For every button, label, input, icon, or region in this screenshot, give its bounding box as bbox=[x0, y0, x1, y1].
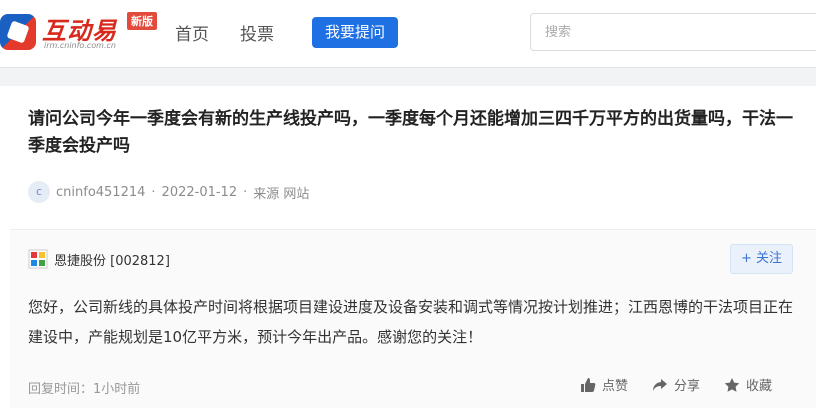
share-icon bbox=[653, 378, 668, 391]
meta-separator: · bbox=[151, 184, 156, 200]
author-name[interactable]: cninfo451214 bbox=[56, 185, 145, 200]
question-date: 2022-01-12 bbox=[161, 184, 238, 200]
company-info[interactable]: 恩捷股份 [002812] bbox=[28, 249, 170, 269]
nav-home[interactable]: 首页 bbox=[175, 20, 209, 45]
like-button[interactable]: 点赞 bbox=[580, 375, 628, 394]
logo-subtitle: irm.cninfo.com.cn bbox=[44, 41, 116, 50]
company-logo-icon bbox=[28, 249, 48, 269]
question-source: 来源 网站 bbox=[253, 186, 310, 202]
top-bar: 互动易 irm.cninfo.com.cn 新版 首页 投票 我要提问 bbox=[0, 0, 816, 68]
meta-separator: · bbox=[243, 184, 248, 200]
avatar: c bbox=[28, 181, 50, 203]
follow-label: 关注 bbox=[756, 251, 783, 266]
question-card: 请问公司今年一季度会有新的生产线投产吗，一季度每个月还能增加三四千万平方的出货量… bbox=[0, 86, 816, 408]
plus-icon: + bbox=[740, 251, 752, 266]
follow-button[interactable]: + 关注 bbox=[730, 244, 793, 274]
question-title: 请问公司今年一季度会有新的生产线投产吗，一季度每个月还能增加三四千万平方的出货量… bbox=[28, 109, 793, 156]
company-name: 恩捷股份 [002812] bbox=[54, 253, 170, 269]
search-input[interactable] bbox=[531, 14, 816, 50]
ask-question-button[interactable]: 我要提问 bbox=[312, 17, 398, 48]
share-label: 分享 bbox=[674, 379, 701, 394]
answer-text: 您好，公司新线的具体投产时间将根据项目建设进度及设备安装和调式等情况按计划推进；… bbox=[28, 298, 794, 346]
like-label: 点赞 bbox=[602, 379, 629, 394]
nav-vote[interactable]: 投票 bbox=[240, 20, 274, 45]
reply-time: 回复时间：1小时前 bbox=[28, 382, 141, 397]
answer-actions: 点赞 分享 收藏 bbox=[580, 375, 796, 394]
share-button[interactable]: 分享 bbox=[652, 375, 700, 394]
collect-label: 收藏 bbox=[746, 379, 773, 394]
site-logo[interactable]: 互动易 irm.cninfo.com.cn 新版 bbox=[0, 6, 160, 54]
new-version-badge: 新版 bbox=[127, 12, 157, 30]
thumbs-up-icon bbox=[581, 377, 596, 392]
question-meta: c cninfo451214 · 2022-01-12 · 来源 网站 bbox=[28, 181, 309, 203]
answer-panel: 恩捷股份 [002812] + 关注 您好，公司新线的具体投产时间将根据项目建设… bbox=[10, 229, 816, 408]
search-box bbox=[530, 13, 816, 51]
star-icon bbox=[724, 377, 740, 392]
logo-icon bbox=[0, 14, 36, 50]
collect-button[interactable]: 收藏 bbox=[724, 375, 772, 394]
